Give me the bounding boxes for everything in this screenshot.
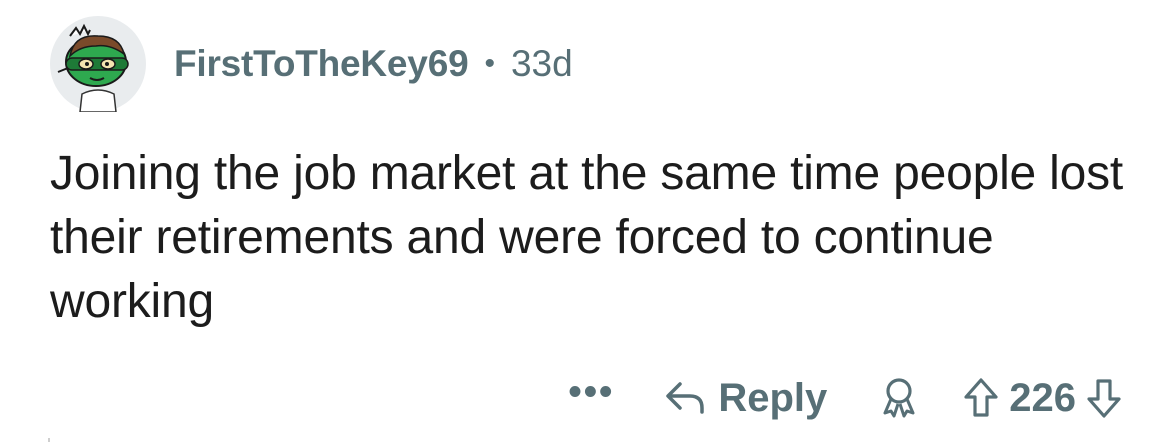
reply-label: Reply xyxy=(718,375,828,420)
downvote-arrow-icon[interactable] xyxy=(1086,377,1122,419)
award-button[interactable] xyxy=(879,377,919,419)
username[interactable]: FirstToTheKey69 xyxy=(174,43,469,85)
award-icon xyxy=(879,377,919,419)
avatar[interactable] xyxy=(50,16,146,112)
snoo-avatar-icon xyxy=(57,23,129,112)
more-options-button[interactable]: ••• xyxy=(568,373,614,411)
vote-score: 226 xyxy=(1009,375,1076,420)
comment-body: Joining the job market at the same time … xyxy=(50,147,1124,328)
comment-header: FirstToTheKey69 • 33d xyxy=(50,16,573,112)
divider xyxy=(48,438,50,442)
upvote-arrow-icon[interactable] xyxy=(963,377,999,419)
reply-button[interactable]: Reply xyxy=(664,376,827,421)
comment-age: 33d xyxy=(510,43,573,84)
comment: FirstToTheKey69 • 33d Joining the job ma… xyxy=(0,0,1170,448)
reply-arrow-icon xyxy=(664,378,706,418)
comment-actions: ••• Reply 226 xyxy=(568,370,1122,426)
meta-separator: • xyxy=(484,47,495,80)
vote-controls: 226 xyxy=(963,376,1122,421)
